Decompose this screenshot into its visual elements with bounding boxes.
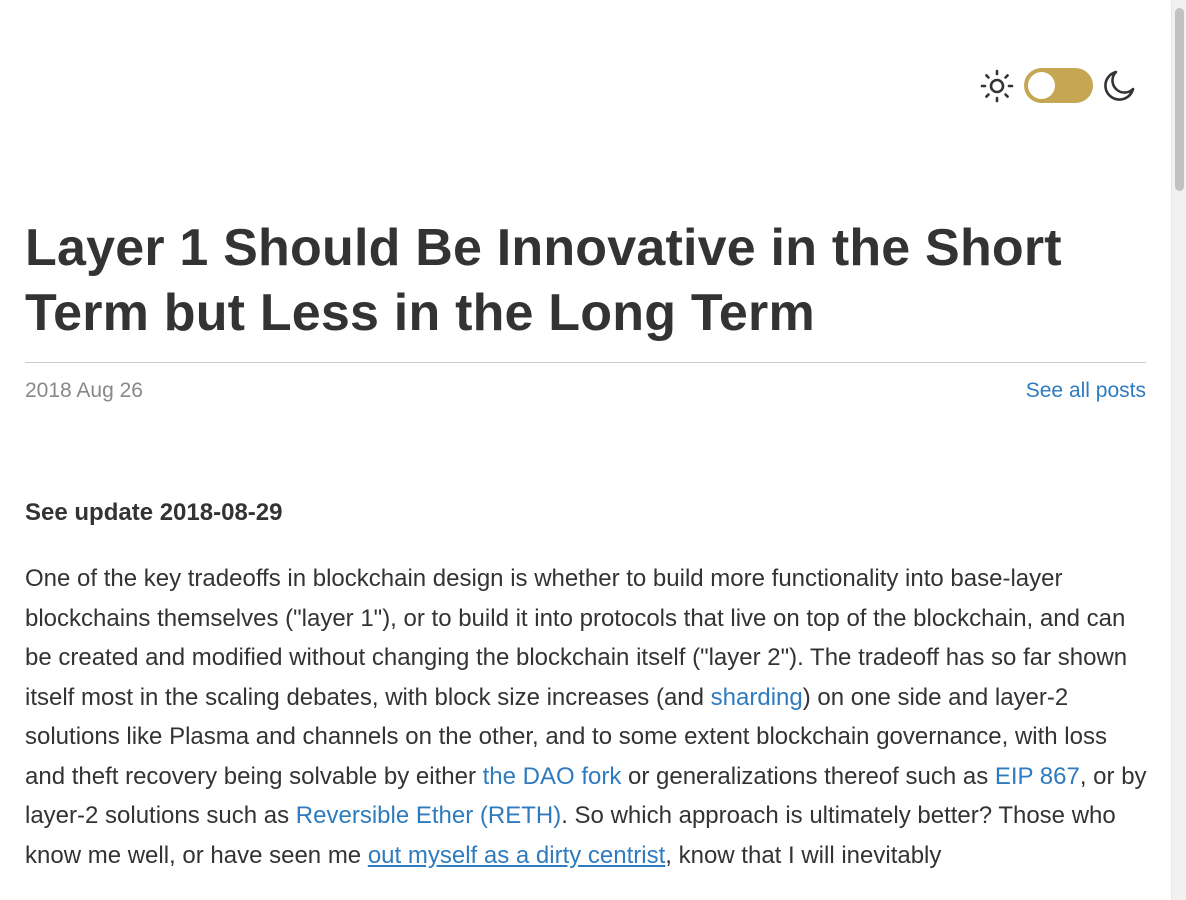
moon-icon[interactable] [1101,68,1137,104]
reth-link[interactable]: Reversible Ether (RETH) [296,802,561,829]
post-date: 2018 Aug 26 [25,379,143,402]
update-notice: See update 2018-08-29 [25,499,283,526]
paragraph-text: or generalizations thereof such as [621,762,995,790]
see-all-posts-link[interactable]: See all posts [1026,379,1146,403]
title-divider [25,362,1146,363]
theme-switch-knob [1028,72,1055,99]
eip-867-link[interactable]: EIP 867 [995,763,1080,790]
page: Layer 1 Should Be Innovative in the Shor… [0,0,1171,900]
scrollbar-thumb[interactable] [1175,8,1184,191]
theme-toggle [979,66,1139,106]
intro-paragraph: One of the key tradeoffs in blockchain d… [25,559,1150,875]
paragraph-text: , know that I will inevitably [665,841,942,869]
theme-switch[interactable] [1024,68,1093,103]
dirty-centrist-link[interactable]: out myself as a dirty centrist [368,842,665,869]
sharding-link[interactable]: sharding [711,684,803,711]
sun-icon[interactable] [979,68,1015,104]
vertical-scrollbar[interactable] [1171,0,1186,900]
post-title: Layer 1 Should Be Innovative in the Shor… [25,219,1062,342]
dao-fork-link[interactable]: the DAO fork [483,763,622,790]
